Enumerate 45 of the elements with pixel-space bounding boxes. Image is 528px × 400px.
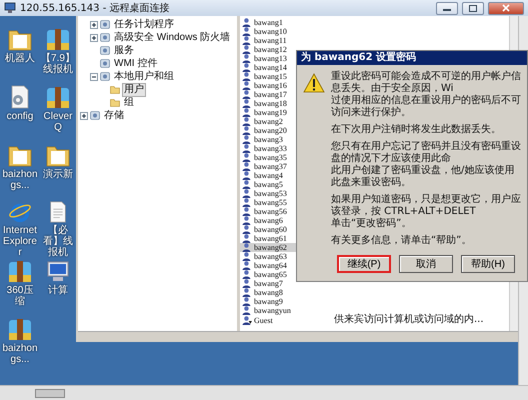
user-name-cell-text: bawang65 <box>254 270 288 279</box>
user-name-cell-text: bawang6 <box>254 216 284 225</box>
user-name-cell-text: bawang5 <box>254 180 284 189</box>
user-name-cell-text: bawang1 <box>254 18 284 27</box>
user-name-cell-text: bawang17 <box>254 90 288 99</box>
dialog-message: 重设此密码可能会造成不可逆的用户帐户信息丢失。由于安全原因，Wi <box>331 71 522 94</box>
user-name-cell-text: bawang61 <box>254 234 288 243</box>
dialog-title: 为 bawang62 设置密码 <box>297 51 527 65</box>
user-name-cell-text: bawang11 <box>254 36 288 45</box>
user-name-cell-text: bawang16 <box>254 81 288 90</box>
user-name-cell-text: bawang10 <box>254 27 288 36</box>
user-name-cell-text: bawang2 <box>254 117 284 126</box>
dialog-message: 单击“更改密码”。 <box>331 218 412 230</box>
user-name-cell-text: bawang63 <box>254 252 288 261</box>
dialog-message: 您只有在用户忘记了密码并且没有密码重设盘的情况下才应该使用此命 <box>331 141 522 164</box>
user-name-cell-text: bawang33 <box>254 144 288 153</box>
dialog-message: 在下次用户注销时将发生此数据丢失。 <box>331 124 502 136</box>
user-name-cell-text: bawang14 <box>254 63 288 72</box>
user-name-cell-text: Guest <box>254 316 274 324</box>
user-name-cell-text: bawang4 <box>254 171 284 180</box>
user-name-cell-text: bawang35 <box>254 153 288 162</box>
user-name-cell-text: bawang7 <box>254 279 284 288</box>
user-name-cell-text: bawang13 <box>254 54 288 63</box>
user-name-cell-text: bawang64 <box>254 261 288 270</box>
user-name-cell-text: bawang18 <box>254 99 288 108</box>
user-name-cell-text: bawang55 <box>254 198 288 207</box>
user-name-cell-text: bawang15 <box>254 72 288 81</box>
user-name-cell-text: bawang3 <box>254 135 284 144</box>
user-name-cell-text: bawang12 <box>254 45 288 54</box>
user-name-cell-text: bawang62 <box>254 243 288 252</box>
user-name-cell-text: bawangyun <box>254 306 292 315</box>
user-name-cell-text: bawang8 <box>254 288 284 297</box>
user-name-cell-text: bawang53 <box>254 189 288 198</box>
dialog-message: 此用户创建了密码重设盘，他/她应该使用此盘来重设密码。 <box>331 165 516 189</box>
user-name-cell-text: bawang60 <box>254 225 288 234</box>
user-name-cell-text: bawang19 <box>254 108 288 117</box>
user-name-cell-text: bawang37 <box>254 162 288 171</box>
dialog-message: 过使用相应的信息在重设用户的密码后不可访问来进行保护。 <box>331 95 522 119</box>
user-name-cell-text: bawang9 <box>254 297 284 306</box>
window-title: 120.55.165.143 - 远程桌面连接 <box>20 2 170 15</box>
dialog-message: 如果用户知道密码，只是想更改它，用户应该登录，按 CTRL+ALT+DELET <box>331 194 522 218</box>
user-description-cell: 供来宾访问计算机或访问域的内... <box>334 315 484 325</box>
dialog-message: 有关更多信息，请单击“帮助”。 <box>331 235 472 247</box>
user-name-cell-text: bawang20 <box>254 126 288 135</box>
user-name-cell-text: bawang56 <box>254 207 288 216</box>
